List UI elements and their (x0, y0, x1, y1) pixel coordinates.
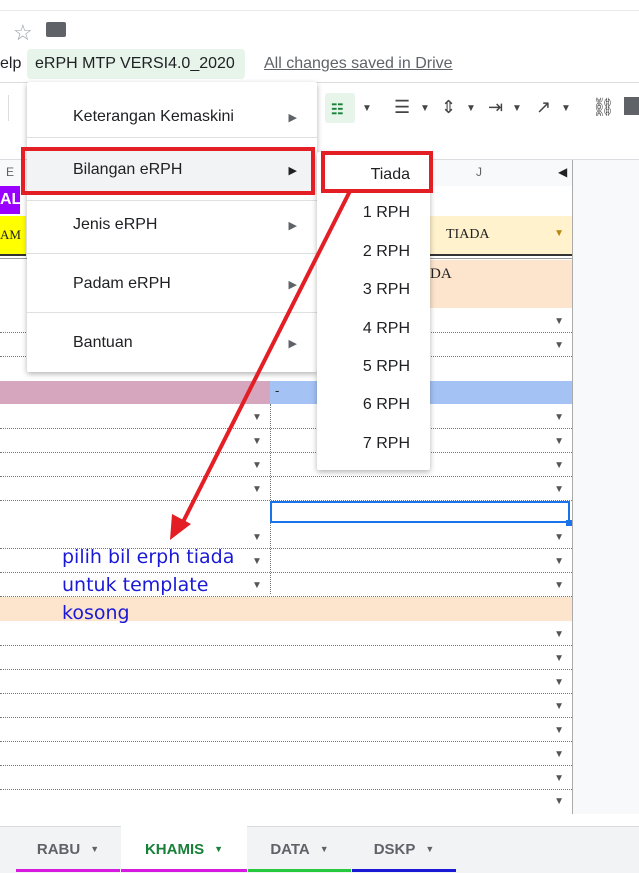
arrow-head (170, 514, 191, 540)
annotation-note: pilih bil erph tiada untuk template koso… (62, 543, 282, 627)
annotation-line-3: kosong (62, 602, 130, 624)
arrow-shaft (180, 190, 352, 525)
annotation-line-2: untuk template (62, 574, 209, 596)
annotation-line-1: pilih bil erph tiada (62, 546, 235, 568)
annotation-arrow (170, 190, 352, 540)
